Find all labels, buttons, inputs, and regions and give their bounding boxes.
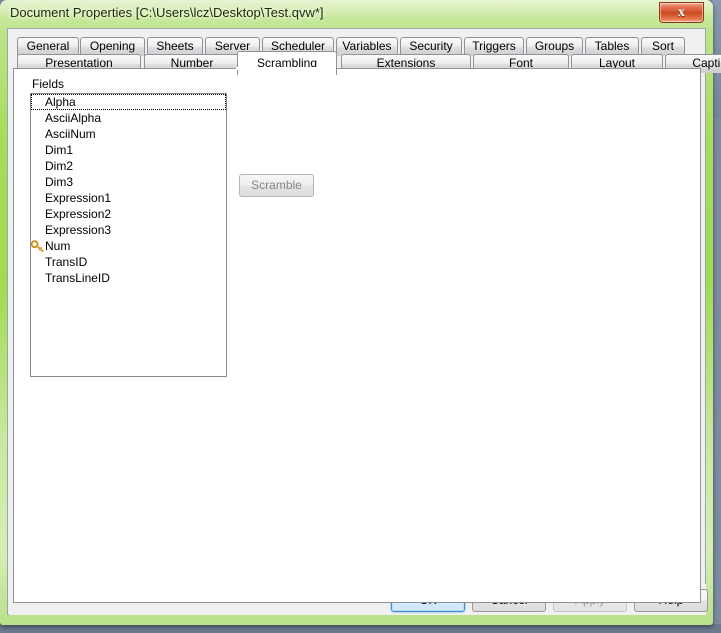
field-list-item[interactable]: Alpha — [31, 94, 226, 110]
field-list-item[interactable]: AsciiNum — [31, 126, 226, 142]
field-name: Expression1 — [45, 191, 112, 205]
window-title: Document Properties [C:\Users\lcz\Deskto… — [10, 5, 324, 20]
fields-label: Fields — [32, 77, 65, 91]
titlebar[interactable]: Document Properties [C:\Users\lcz\Deskto… — [0, 0, 713, 30]
field-name: AsciiAlpha — [45, 111, 102, 125]
desktop-backdrop: Document Properties [C:\Users\lcz\Deskto… — [0, 0, 721, 633]
tab-label: Variables — [342, 39, 392, 53]
field-list-item[interactable]: Expression3 — [31, 222, 226, 238]
field-name: TransID — [45, 255, 88, 269]
desktop-bottom-edge — [0, 624, 721, 633]
field-name: Num — [45, 239, 71, 253]
tab-label: Sort — [651, 39, 674, 53]
tab-label: Security — [409, 39, 453, 53]
fields-listbox[interactable]: Alpha AsciiAlpha AsciiNum Dim1 Dim2 Dim3 Expre… — [30, 93, 227, 377]
dialog-client-area: General Opening Sheets Server Scheduler Varia… — [7, 28, 721, 615]
field-list-item[interactable]: TransID — [31, 254, 226, 270]
tab-row-primary: General Opening Sheets Server Scheduler Varia… — [13, 37, 701, 56]
field-name: AsciiNum — [45, 127, 96, 141]
field-list-item[interactable]: Dim1 — [31, 142, 226, 158]
field-list-item[interactable]: Dim3 — [31, 174, 226, 190]
key-icon — [31, 240, 44, 252]
field-name: Alpha — [45, 95, 76, 109]
tab-label: Groups — [534, 39, 575, 53]
field-list-item[interactable]: AsciiAlpha — [31, 110, 226, 126]
tab-label: General — [26, 39, 70, 53]
field-name: Dim1 — [45, 143, 74, 157]
close-icon: x — [678, 5, 685, 20]
field-name: Dim3 — [45, 175, 74, 189]
close-button[interactable]: x — [659, 2, 704, 23]
field-name: Dim2 — [45, 159, 74, 173]
scrambling-tab-panel: Fields Alpha AsciiAlpha AsciiNum Dim1 Dim2 Di… — [13, 68, 701, 603]
tab-label: Tables — [594, 39, 630, 53]
field-list-item[interactable]: TransLineID — [31, 270, 226, 286]
scramble-button[interactable]: Scramble — [239, 174, 314, 197]
tab-scrambling[interactable]: Scrambling — [237, 51, 337, 75]
field-list-item[interactable]: Expression1 — [31, 190, 226, 206]
tabstrip: General Opening Sheets Server Scheduler Varia… — [13, 37, 721, 75]
field-list-item[interactable]: Expression2 — [31, 206, 226, 222]
active-tab-merge-notch — [236, 67, 331, 70]
field-list-item[interactable]: Dim2 — [31, 158, 226, 174]
field-name: Expression3 — [45, 223, 112, 237]
tab-label: Opening — [89, 39, 136, 53]
tab-label: Triggers — [472, 39, 516, 53]
tab-label: Sheets — [156, 39, 194, 53]
field-list-item[interactable]: Num — [31, 238, 226, 254]
document-properties-dialog: Document Properties [C:\Users\lcz\Deskto… — [0, 0, 721, 625]
field-name: Expression2 — [45, 207, 112, 221]
field-name: TransLineID — [45, 271, 110, 285]
